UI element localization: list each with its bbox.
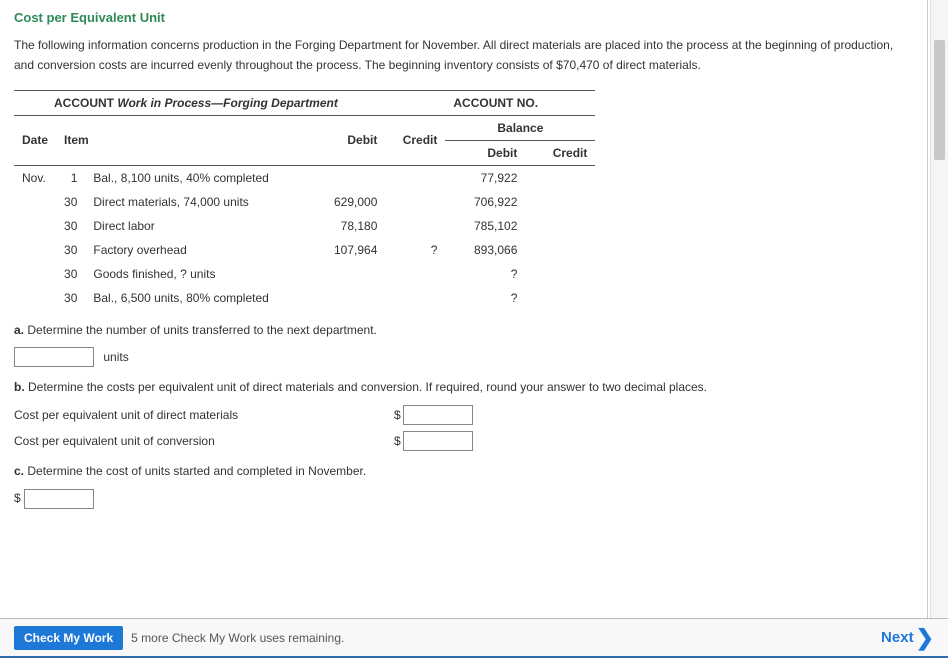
col-credit: Credit (385, 115, 445, 165)
units-label: units (103, 350, 128, 364)
cell-debit: 78,180 (305, 214, 385, 238)
col-date: Date (14, 115, 56, 165)
cell-credit: ? (385, 238, 445, 262)
col-balance: Balance (445, 115, 595, 140)
cell-credit (385, 262, 445, 286)
account-table: ACCOUNT Work in Process—Forging Departme… (14, 90, 595, 310)
cell-date (14, 238, 56, 262)
dollar-sign: $ (394, 434, 401, 448)
account-label: ACCOUNT (54, 96, 114, 110)
cell-bal-debit: 785,102 (445, 214, 525, 238)
cell-bal-debit: ? (445, 262, 525, 286)
col-bal-debit: Debit (445, 140, 525, 165)
conv-cost-label: Cost per equivalent unit of conversion (14, 434, 394, 448)
cell-date (14, 214, 56, 238)
part-c-text: Determine the cost of units started and … (24, 464, 366, 478)
cell-bal-debit: 706,922 (445, 190, 525, 214)
col-item: Item (56, 115, 305, 165)
table-row: 30Goods finished, ? units? (14, 262, 595, 286)
cell-bal-credit (525, 238, 595, 262)
dm-cost-label: Cost per equivalent unit of direct mater… (14, 408, 394, 422)
cell-item: Bal., 6,500 units, 80% completed (85, 286, 305, 310)
part-b-label: b. (14, 380, 25, 394)
table-row: 30Bal., 6,500 units, 80% completed? (14, 286, 595, 310)
cell-item: Factory overhead (85, 238, 305, 262)
cell-day: 30 (56, 214, 85, 238)
table-row: 30Direct materials, 74,000 units629,000 7… (14, 190, 595, 214)
cell-item: Direct materials, 74,000 units (85, 190, 305, 214)
cell-credit (385, 190, 445, 214)
cell-bal-credit (525, 262, 595, 286)
col-bal-credit: Credit (525, 140, 595, 165)
cell-date (14, 190, 56, 214)
part-a-text: Determine the number of units transferre… (24, 323, 377, 337)
dollar-sign: $ (14, 491, 21, 505)
cell-day: 30 (56, 238, 85, 262)
dm-cost-input[interactable] (403, 405, 473, 425)
cell-debit (305, 262, 385, 286)
part-a-label: a. (14, 323, 24, 337)
cell-bal-debit: 893,066 (445, 238, 525, 262)
cell-bal-debit: 77,922 (445, 165, 525, 190)
check-my-work-button[interactable]: Check My Work (14, 626, 123, 650)
part-a-answer-row: units (14, 347, 913, 367)
units-input[interactable] (14, 347, 94, 367)
cell-bal-debit: ? (445, 286, 525, 310)
next-button[interactable]: Next ❯ (881, 627, 934, 649)
part-b-text: Determine the costs per equivalent unit … (25, 380, 707, 394)
cell-date: Nov. (14, 165, 56, 190)
part-b-rows: Cost per equivalent unit of direct mater… (14, 405, 913, 451)
scrollbar[interactable] (930, 0, 948, 618)
table-row: Nov.1Bal., 8,100 units, 40% completed 77,… (14, 165, 595, 190)
cell-debit (305, 286, 385, 310)
cell-bal-credit (525, 214, 595, 238)
cell-date (14, 262, 56, 286)
intro-text: The following information concerns produ… (14, 35, 913, 76)
cell-credit (385, 214, 445, 238)
cell-item: Bal., 8,100 units, 40% completed (85, 165, 305, 190)
cell-item: Goods finished, ? units (85, 262, 305, 286)
col-debit: Debit (305, 115, 385, 165)
cell-debit: 629,000 (305, 190, 385, 214)
next-label: Next (881, 629, 914, 646)
cell-bal-credit (525, 286, 595, 310)
part-a: a. Determine the number of units transfe… (14, 320, 913, 342)
uses-remaining-text: 5 more Check My Work uses remaining. (131, 631, 344, 645)
cell-debit: 107,964 (305, 238, 385, 262)
page-title: Cost per Equivalent Unit (14, 10, 913, 25)
dollar-sign: $ (394, 408, 401, 422)
cell-credit (385, 286, 445, 310)
bottom-bar: Check My Work 5 more Check My Work uses … (0, 618, 948, 658)
account-no-label: ACCOUNT NO. (453, 96, 538, 110)
cell-day: 30 (56, 190, 85, 214)
cell-item: Direct labor (85, 214, 305, 238)
part-b: b. Determine the costs per equivalent un… (14, 377, 913, 399)
cell-day: 30 (56, 262, 85, 286)
table-row: 30Factory overhead107,964?893,066 (14, 238, 595, 262)
started-completed-input[interactable] (24, 489, 94, 509)
cell-date (14, 286, 56, 310)
cell-day: 1 (56, 165, 85, 190)
part-c: c. Determine the cost of units started a… (14, 461, 913, 483)
account-name: Work in Process—Forging Department (117, 96, 337, 110)
part-c-answer-row: $ (14, 489, 913, 509)
conv-cost-input[interactable] (403, 431, 473, 451)
table-row: 30Direct labor78,180 785,102 (14, 214, 595, 238)
content-area: Cost per Equivalent Unit The following i… (0, 0, 928, 618)
part-c-label: c. (14, 464, 24, 478)
cell-credit (385, 165, 445, 190)
cell-debit (305, 165, 385, 190)
cell-bal-credit (525, 190, 595, 214)
chevron-right-icon: ❯ (916, 627, 934, 649)
cell-day: 30 (56, 286, 85, 310)
cell-bal-credit (525, 165, 595, 190)
